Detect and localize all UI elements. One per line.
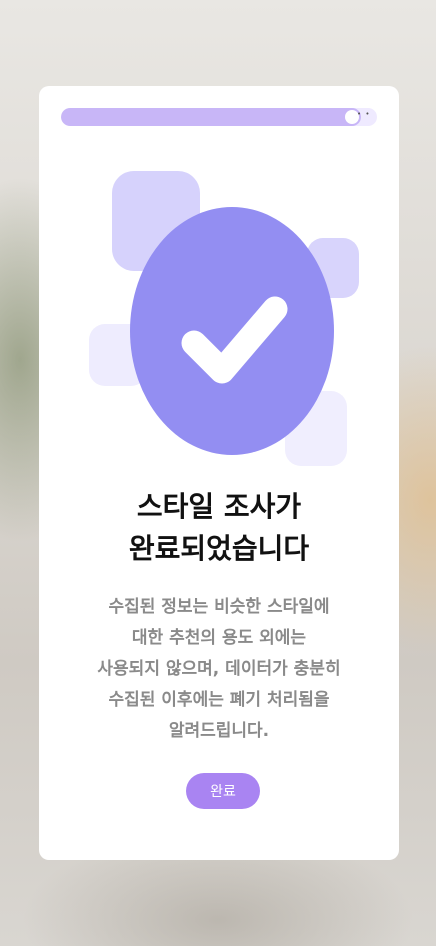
description-line: 수집된 정보는 비슷한 스타일에 — [108, 597, 330, 617]
progress-fill — [61, 108, 361, 126]
badge-circle — [130, 207, 334, 455]
completion-card: • • 스타일 조사가 완료되었습니다 수집된 정보는 비슷한 스타일에 대한 … — [39, 86, 399, 860]
description: 수집된 정보는 비슷한 스타일에 대한 추천의 용도 외에는 사용되지 않으며,… — [69, 592, 369, 747]
page-title: 스타일 조사가 완료되었습니다 — [39, 486, 399, 570]
progress-bar — [61, 108, 377, 126]
success-illustration — [89, 171, 359, 466]
progress-more-indicator: • • — [357, 110, 371, 118]
description-line: 사용되지 않으며, 데이터가 충분히 — [97, 659, 341, 679]
description-line: 수집된 이후에는 폐기 처리됨을 — [108, 690, 330, 710]
description-line: 대한 추천의 용도 외에는 — [131, 628, 307, 648]
title-line-2: 완료되었습니다 — [128, 532, 310, 565]
description-line: 알려드립니다. — [168, 721, 270, 741]
title-line-1: 스타일 조사가 — [136, 490, 302, 523]
done-button[interactable]: 완료 — [186, 773, 260, 809]
